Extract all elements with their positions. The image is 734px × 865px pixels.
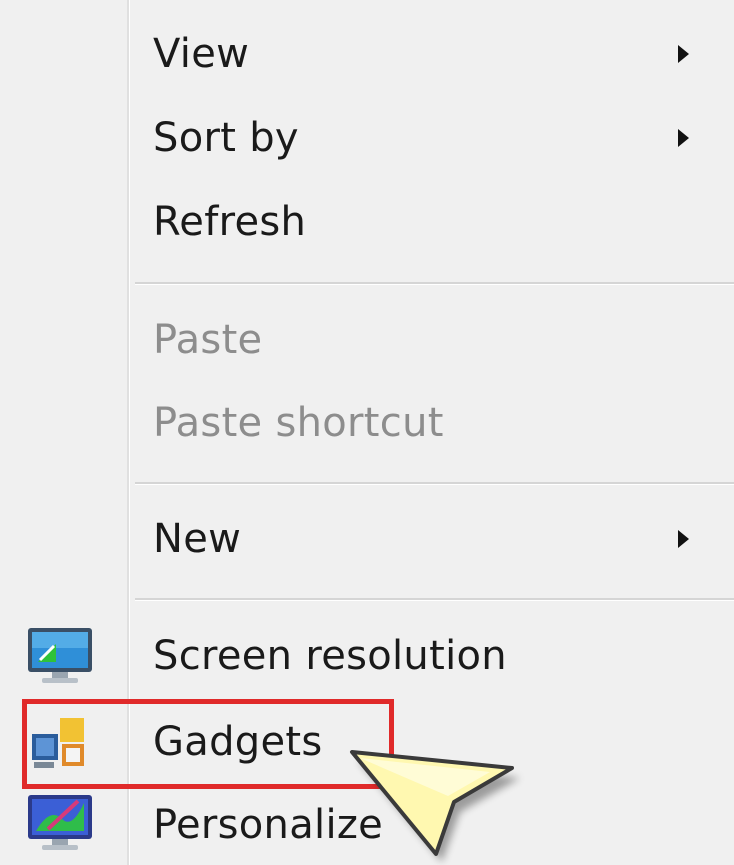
menu-item-label: View [153, 31, 250, 77]
menu-item-new[interactable]: New [0, 497, 734, 581]
menu-item-paste: Paste [0, 298, 734, 382]
menu-item-label: Paste shortcut [153, 400, 444, 446]
menu-separator [135, 598, 734, 601]
menu-item-sort-by[interactable]: Sort by [0, 96, 734, 180]
screen-resolution-icon [28, 628, 92, 683]
menu-separator [135, 282, 734, 285]
menu-item-refresh[interactable]: Refresh [0, 180, 734, 264]
personalize-icon [28, 795, 92, 850]
menu-item-label: Refresh [153, 199, 307, 245]
menu-item-label: Sort by [153, 115, 299, 161]
submenu-arrow-icon [678, 129, 689, 147]
menu-item-label: Paste [153, 317, 263, 363]
mouse-cursor-icon [350, 750, 520, 862]
desktop-context-menu: View Sort by Refresh Paste Paste shortcu… [0, 0, 734, 865]
menu-item-label: Screen resolution [153, 633, 507, 679]
submenu-arrow-icon [678, 530, 689, 548]
submenu-arrow-icon [678, 45, 689, 63]
menu-item-paste-shortcut: Paste shortcut [0, 381, 734, 465]
menu-item-label: New [153, 516, 242, 562]
menu-item-screen-resolution[interactable]: Screen resolution [0, 614, 734, 698]
menu-separator [135, 482, 734, 485]
menu-item-view[interactable]: View [0, 12, 734, 96]
